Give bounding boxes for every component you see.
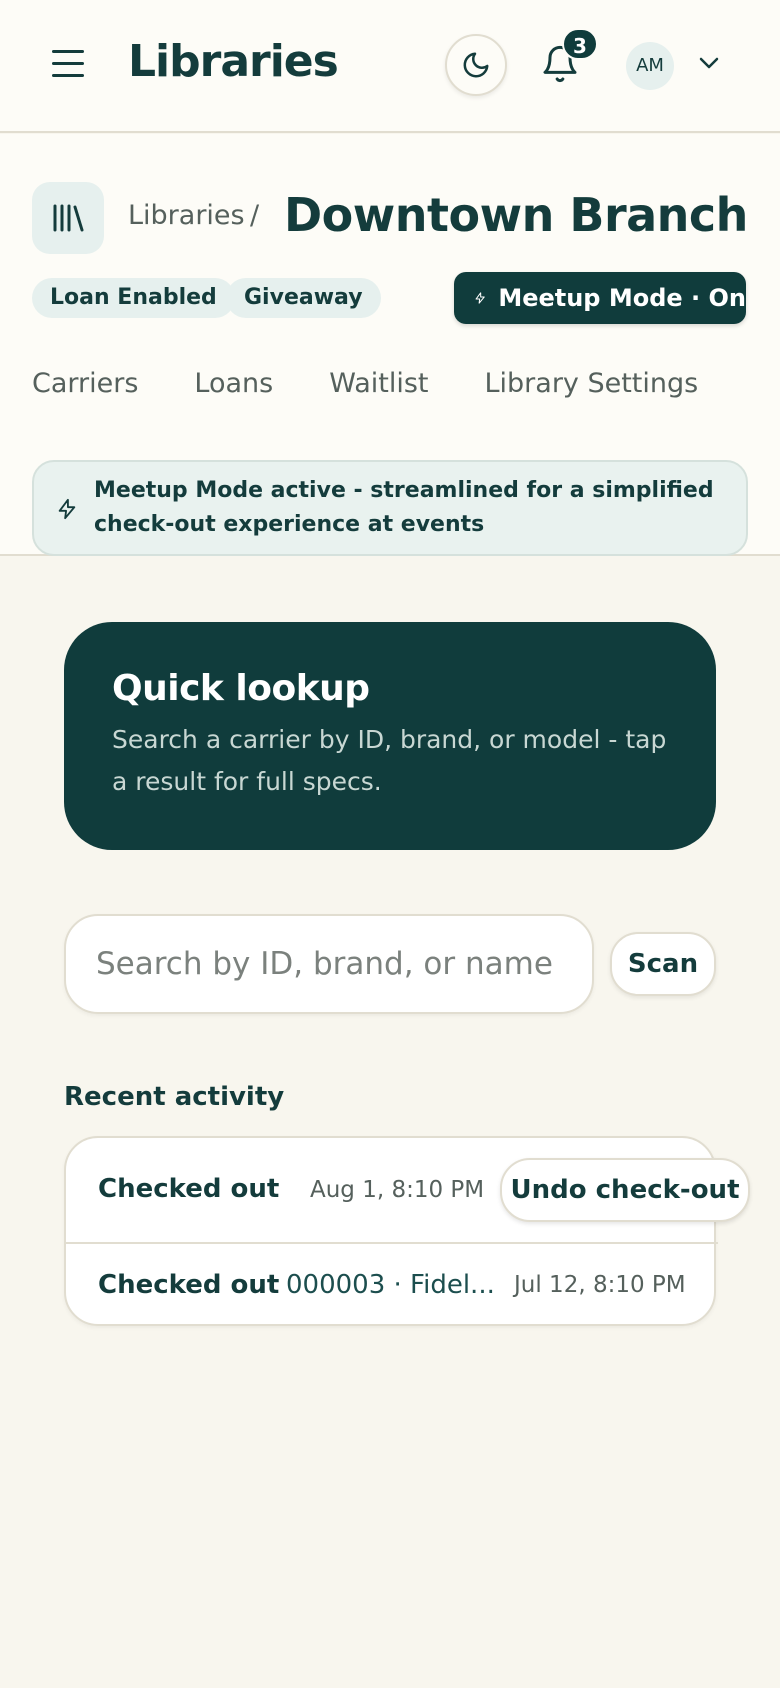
tab-carriers[interactable]: Carriers [32, 368, 138, 399]
list-item[interactable]: Checked out 000003 · Fidel... Jul 12, 8:… [66, 1244, 718, 1326]
meetup-mode-notice: Meetup Mode active - streamlined for a s… [32, 460, 748, 556]
avatar[interactable]: AM [626, 42, 674, 90]
notification-badge: 3 [562, 28, 598, 60]
notice-text: Meetup Mode active - streamlined for a s… [94, 478, 714, 537]
tab-loans[interactable]: Loans [194, 368, 273, 399]
meetup-mode-label: Meetup Mode · On [498, 284, 746, 312]
undo-check-out-button[interactable]: Undo check-out [500, 1158, 750, 1222]
giveaway-chip: Giveaway [226, 278, 381, 318]
tab-library-settings[interactable]: Library Settings [484, 368, 698, 399]
activity-date: Jul 12, 8:10 PM [514, 1272, 686, 1298]
activity-date: Aug 1, 8:10 PM [310, 1177, 485, 1203]
quick-lookup-title: Quick lookup [112, 668, 370, 709]
loan-enabled-chip: Loan Enabled [32, 278, 235, 318]
moon-icon [463, 52, 489, 78]
theme-toggle-button[interactable] [445, 34, 507, 96]
app-bar: Libraries 3 AM [0, 0, 780, 133]
tab-waitlist[interactable]: Waitlist [329, 368, 428, 399]
scan-button[interactable]: Scan [610, 932, 716, 996]
lightning-icon [58, 498, 76, 520]
activity-label: Checked out [98, 1270, 280, 1300]
lightning-icon [475, 292, 485, 304]
quick-lookup-subtitle: Search a carrier by ID, brand, or model … [112, 725, 667, 796]
tab-bar: Carriers Loans Waitlist Library Settings [32, 368, 698, 399]
menu-icon[interactable] [52, 50, 84, 78]
page-title: Downtown Branch [284, 188, 748, 242]
quick-lookup-card: Quick lookup Search a carrier by ID, bra… [64, 622, 716, 850]
breadcrumb-separator: / [250, 200, 260, 231]
library-icon [32, 182, 104, 254]
search-input[interactable] [64, 914, 594, 1014]
recent-activity-title: Recent activity [64, 1082, 285, 1112]
breadcrumb-libraries[interactable]: Libraries [128, 200, 245, 231]
library-header: Libraries / Downtown Branch Loan Enabled… [0, 134, 780, 556]
activity-label: Checked out [98, 1174, 280, 1204]
meetup-mode-button[interactable]: Meetup Mode · On [454, 272, 746, 324]
chevron-down-icon[interactable] [698, 56, 720, 70]
app-title: Libraries [128, 36, 339, 87]
activity-carrier-link[interactable]: 000003 · Fidel... [286, 1270, 495, 1300]
